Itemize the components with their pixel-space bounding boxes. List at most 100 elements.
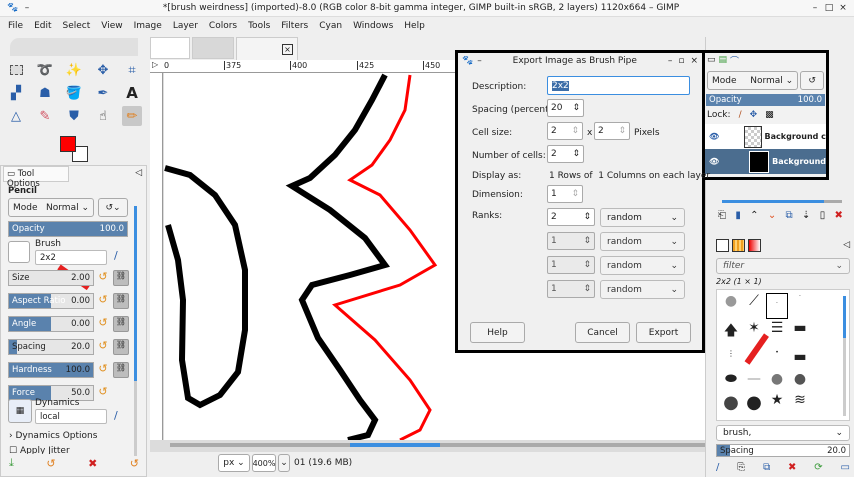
delete-options-icon[interactable]: ✖ (88, 457, 97, 470)
brush-tag-input[interactable]: brush, ⌄ (716, 425, 850, 441)
refresh-brushes-icon[interactable]: ⟳ (814, 462, 822, 473)
reset-icon[interactable]: ↺ (96, 316, 110, 329)
edit-brush-icon[interactable]: / (716, 462, 719, 473)
gimp-app-icon[interactable]: 🐾 (6, 3, 20, 13)
brush-texture[interactable]: ≋ (789, 392, 811, 417)
reset-icon[interactable]: ↺ (96, 339, 110, 352)
rank-spinner[interactable]: 2 ⇕ (547, 208, 595, 226)
warp-transform-tool[interactable]: ☗ (35, 83, 55, 103)
paths-tool[interactable]: ✒ (93, 83, 113, 103)
slider-hardness[interactable]: Hardness 100.0 (8, 362, 94, 378)
new-layer-icon[interactable]: ▮ (735, 210, 741, 221)
smudge-tool[interactable]: ☝ (93, 106, 113, 126)
layer-row-selected[interactable]: 👁 Background (705, 149, 826, 174)
layer-opacity-slider[interactable]: Opacity 100.0 (706, 94, 825, 106)
brush-filter-input[interactable]: filter ⌄ (716, 258, 850, 274)
visibility-eye-icon[interactable]: 👁 (705, 157, 749, 166)
brush-grid[interactable]: ●⟋·· 🡅✶☰▬ ⋮·•▬ ⬬—●● ●●★≋ (716, 289, 850, 421)
dialog-minimize[interactable]: – (668, 56, 673, 66)
image-tab-2[interactable] (192, 37, 234, 59)
layer-mode-select[interactable]: Mode Normal ⌄ (707, 71, 799, 90)
foreground-color[interactable] (60, 136, 76, 152)
menu-image[interactable]: Image (134, 21, 162, 31)
open-brush-icon[interactable]: ▭ (841, 462, 850, 473)
brush-circle-large[interactable]: ● (743, 392, 765, 417)
layer-mode-reset[interactable]: ↺ (800, 71, 824, 90)
spacing-spinner[interactable]: 20 ⇕ (547, 99, 584, 117)
layer-group-icon[interactable]: ⎗ (718, 210, 726, 221)
horizontal-scrollbar[interactable] (170, 443, 710, 447)
zoom-dropdown[interactable]: ⌄ (278, 454, 290, 472)
eraser-tool[interactable]: ✎ (35, 106, 55, 126)
brush-soft-circle-2[interactable]: ● (789, 371, 811, 391)
rank-mode-select[interactable]: random ⌄ (600, 232, 685, 251)
text-tool[interactable]: A (122, 83, 142, 103)
brush-bar[interactable]: ▬ (789, 320, 811, 348)
raise-layer-icon[interactable]: ⌃ (750, 210, 758, 221)
fuzzy-select-tool[interactable]: ✨ (64, 60, 84, 80)
rank-spinner[interactable]: 1 ⇕ (547, 280, 595, 298)
menu-cyan[interactable]: Cyan (319, 21, 342, 31)
new-brush-icon[interactable]: ⎘ (737, 462, 745, 473)
menu-filters[interactable]: Filters (281, 21, 308, 31)
tab-patterns[interactable] (732, 238, 745, 252)
options-scrollbar[interactable] (134, 206, 137, 456)
menu-file[interactable]: File (8, 21, 23, 31)
slider-aspect-ratio[interactable]: Aspect Ratio 0.00 (8, 293, 94, 309)
clone-tool[interactable]: ⛊ (64, 106, 84, 126)
brush-ellipse[interactable]: ⬬ (720, 371, 742, 391)
link-icon[interactable]: ⛓ (113, 316, 129, 332)
pencil-tool[interactable]: ✏ (122, 106, 142, 126)
edit-brush-icon[interactable]: / (114, 249, 118, 262)
apply-jitter-checkbox[interactable]: ☐ Apply Jitter (9, 446, 70, 454)
dialog-app-icon[interactable]: 🐾 (462, 56, 473, 66)
window-menu-icon[interactable]: – (20, 3, 34, 13)
tab-paths[interactable]: ⌒ (730, 54, 739, 67)
delete-brush-icon[interactable]: ✖ (788, 462, 796, 473)
dynamics-field[interactable]: local (35, 409, 107, 424)
help-button[interactable]: Help (470, 322, 525, 343)
cells-spinner[interactable]: 2 ⇕ (547, 145, 584, 163)
dimension-spinner[interactable]: 1 ⇕ (547, 185, 583, 203)
tab-gradients[interactable] (748, 238, 761, 252)
menu-layer[interactable]: Layer (173, 21, 198, 31)
save-options-icon[interactable]: ⤓ (9, 456, 14, 470)
free-select-tool[interactable]: ➰ (35, 60, 55, 80)
rank-mode-select[interactable]: random ⌄ (600, 280, 685, 299)
merge-layer-icon[interactable]: ⇣ (802, 210, 810, 221)
reset-options-icon[interactable]: ↺ (130, 457, 139, 470)
layer-row[interactable]: 👁 Background copy (705, 124, 826, 149)
measure-tool[interactable]: △ (6, 106, 26, 126)
rank-spinner[interactable]: 1 ⇕ (547, 232, 595, 250)
tab-tool-options[interactable]: ▭ Tool Options (3, 166, 69, 189)
close-button[interactable]: × (836, 3, 850, 13)
dialog-close[interactable]: × (690, 56, 698, 66)
brush-dots[interactable]: ⋮ (720, 349, 742, 369)
lock-pixels-icon[interactable]: / (739, 110, 742, 120)
rank-mode-select[interactable]: random ⌄ (600, 256, 685, 275)
ruler-origin-icon[interactable]: ▷ (152, 60, 158, 69)
brush-name-field[interactable]: 2x2 (35, 250, 107, 265)
reset-icon[interactable]: ↺ (96, 293, 110, 306)
menu-tools[interactable]: Tools (248, 21, 270, 31)
export-button[interactable]: Export (636, 322, 691, 343)
brush-dot[interactable]: • (766, 349, 788, 369)
move-tool[interactable]: ✥ (93, 60, 113, 80)
slider-angle[interactable]: Angle 0.00 (8, 316, 94, 332)
mode-reset-button[interactable]: ↺⌄ (98, 198, 128, 217)
brush-arrow[interactable]: 🡅 (720, 320, 742, 348)
edit-dynamics-icon[interactable]: / (114, 409, 118, 422)
reset-icon[interactable]: ↺ (96, 362, 110, 375)
close-tab-icon[interactable]: × (282, 43, 293, 55)
restore-options-icon[interactable]: ↺ (46, 457, 55, 470)
opacity-slider[interactable]: Opacity 100.0 (8, 221, 128, 237)
slider-spacing[interactable]: Spacing 20.0 (8, 339, 94, 355)
left-ruler[interactable] (150, 73, 163, 440)
dynamics-options-expander[interactable]: › Dynamics Options (9, 431, 97, 441)
brush-soft-circle[interactable]: ● (766, 371, 788, 391)
maximize-button[interactable]: □ (822, 3, 836, 13)
menu-view[interactable]: View (101, 21, 122, 31)
dynamics-preview[interactable]: ▦ (8, 399, 32, 423)
link-icon[interactable]: ⛓ (113, 270, 129, 286)
lock-alpha-icon[interactable]: ▩ (765, 110, 774, 120)
